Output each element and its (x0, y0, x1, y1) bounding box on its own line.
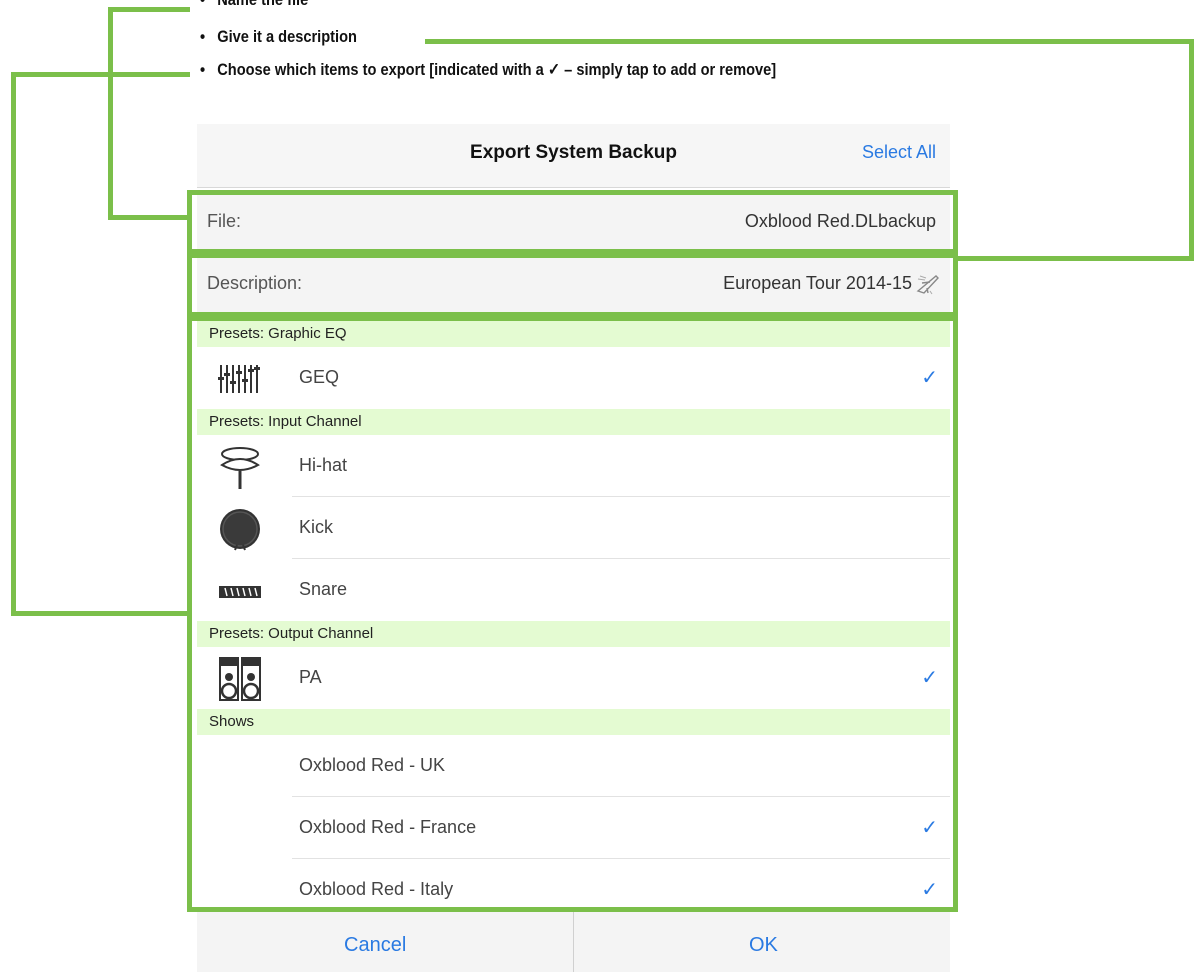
cancel-button[interactable]: Cancel (344, 934, 406, 957)
dialog-footer: Cancel OK (197, 911, 950, 972)
highlight-description-box (187, 253, 958, 317)
highlight-file-box (187, 190, 958, 254)
select-all-button[interactable]: Select All (862, 142, 936, 163)
bullet-choose-items: • Choose which items to export [indicated… (200, 60, 777, 79)
dialog-title-bar: Export System Backup Select All (197, 124, 950, 188)
highlight-items-box (187, 316, 958, 912)
bullet-name-file: •Name the file (200, 0, 308, 10)
dialog-title: Export System Backup (470, 142, 677, 163)
ok-button[interactable]: OK (749, 934, 778, 957)
bullet-give-description: • Give it a description (200, 27, 357, 46)
